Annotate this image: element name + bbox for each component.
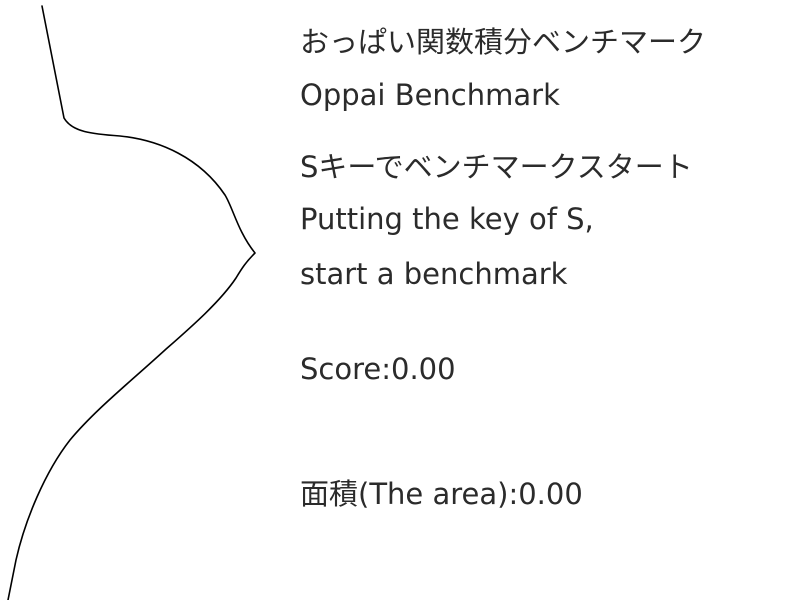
instruction-english-line1: Putting the key of S,	[300, 202, 594, 236]
title-english: Oppai Benchmark	[300, 78, 560, 112]
title-japanese: おっぱい関数積分ベンチマーク	[300, 25, 707, 59]
curve-path	[7, 5, 256, 600]
score-readout: Score:0.00	[300, 352, 456, 386]
instruction-japanese: Sキーでベンチマークスタート	[300, 150, 693, 184]
benchmark-window: おっぱい関数積分ベンチマーク Oppai Benchmark Sキーでベンチマー…	[0, 0, 800, 600]
area-readout: 面積(The area):0.00	[300, 477, 583, 511]
instruction-english-line2: start a benchmark	[300, 257, 568, 291]
